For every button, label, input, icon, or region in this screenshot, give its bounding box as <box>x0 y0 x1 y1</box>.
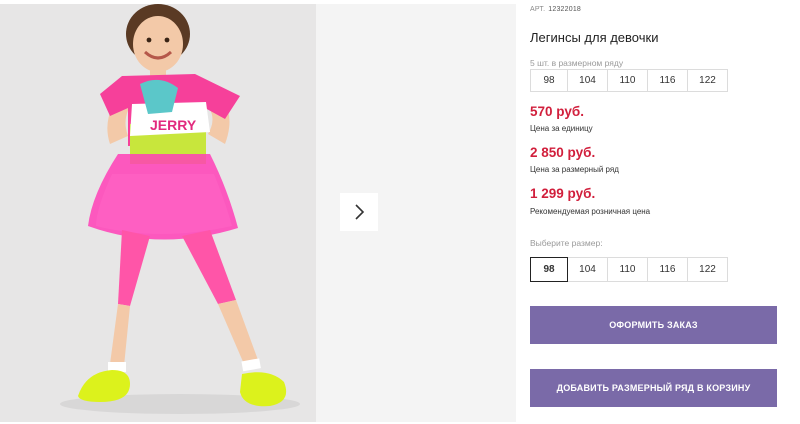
size-option-104[interactable]: 104 <box>567 257 608 282</box>
add-series-to-cart-button[interactable]: ДОБАВИТЬ РАЗМЕРНЫЙ РЯД В КОРЗИНУ <box>530 369 777 407</box>
series-size-cell: 104 <box>567 69 608 92</box>
article-value: 12322018 <box>548 6 582 13</box>
product-photo[interactable]: JERRY <box>0 4 316 422</box>
article-number: АРТ. 12322018 <box>530 6 581 13</box>
retail-price-note: Рекомендуемая розничная цена <box>530 207 651 216</box>
place-order-button[interactable]: ОФОРМИТЬ ЗАКАЗ <box>530 306 777 344</box>
girl-in-pink-outfit-image: JERRY <box>0 4 316 422</box>
size-option-98[interactable]: 98 <box>530 257 568 282</box>
series-sizes: 98 104 110 116 122 <box>530 69 728 92</box>
series-size-cell: 110 <box>607 69 648 92</box>
series-size-cell: 116 <box>647 69 688 92</box>
size-select-label: Выберите размер: <box>530 238 603 248</box>
series-price-note: Цена за размерный ряд <box>530 165 619 174</box>
size-option-116[interactable]: 116 <box>647 257 688 282</box>
svg-text:JERRY: JERRY <box>150 117 197 133</box>
unit-price: 570 руб. <box>530 104 584 119</box>
size-selector: 98 104 110 116 122 <box>530 257 728 282</box>
series-hint: 5 шт. в размерном ряду <box>530 58 624 68</box>
chevron-right-icon <box>355 204 365 220</box>
size-option-122[interactable]: 122 <box>687 257 728 282</box>
size-option-110[interactable]: 110 <box>607 257 648 282</box>
product-title: Легинсы для девочки <box>530 30 659 45</box>
article-label: АРТ. <box>530 6 546 13</box>
retail-price: 1 299 руб. <box>530 186 596 201</box>
product-gallery: JERRY <box>0 0 516 424</box>
series-size-cell: 98 <box>530 69 568 92</box>
unit-price-note: Цена за единицу <box>530 124 593 133</box>
series-size-cell: 122 <box>687 69 728 92</box>
series-price: 2 850 руб. <box>530 145 596 160</box>
gallery-next-button[interactable] <box>340 193 378 231</box>
